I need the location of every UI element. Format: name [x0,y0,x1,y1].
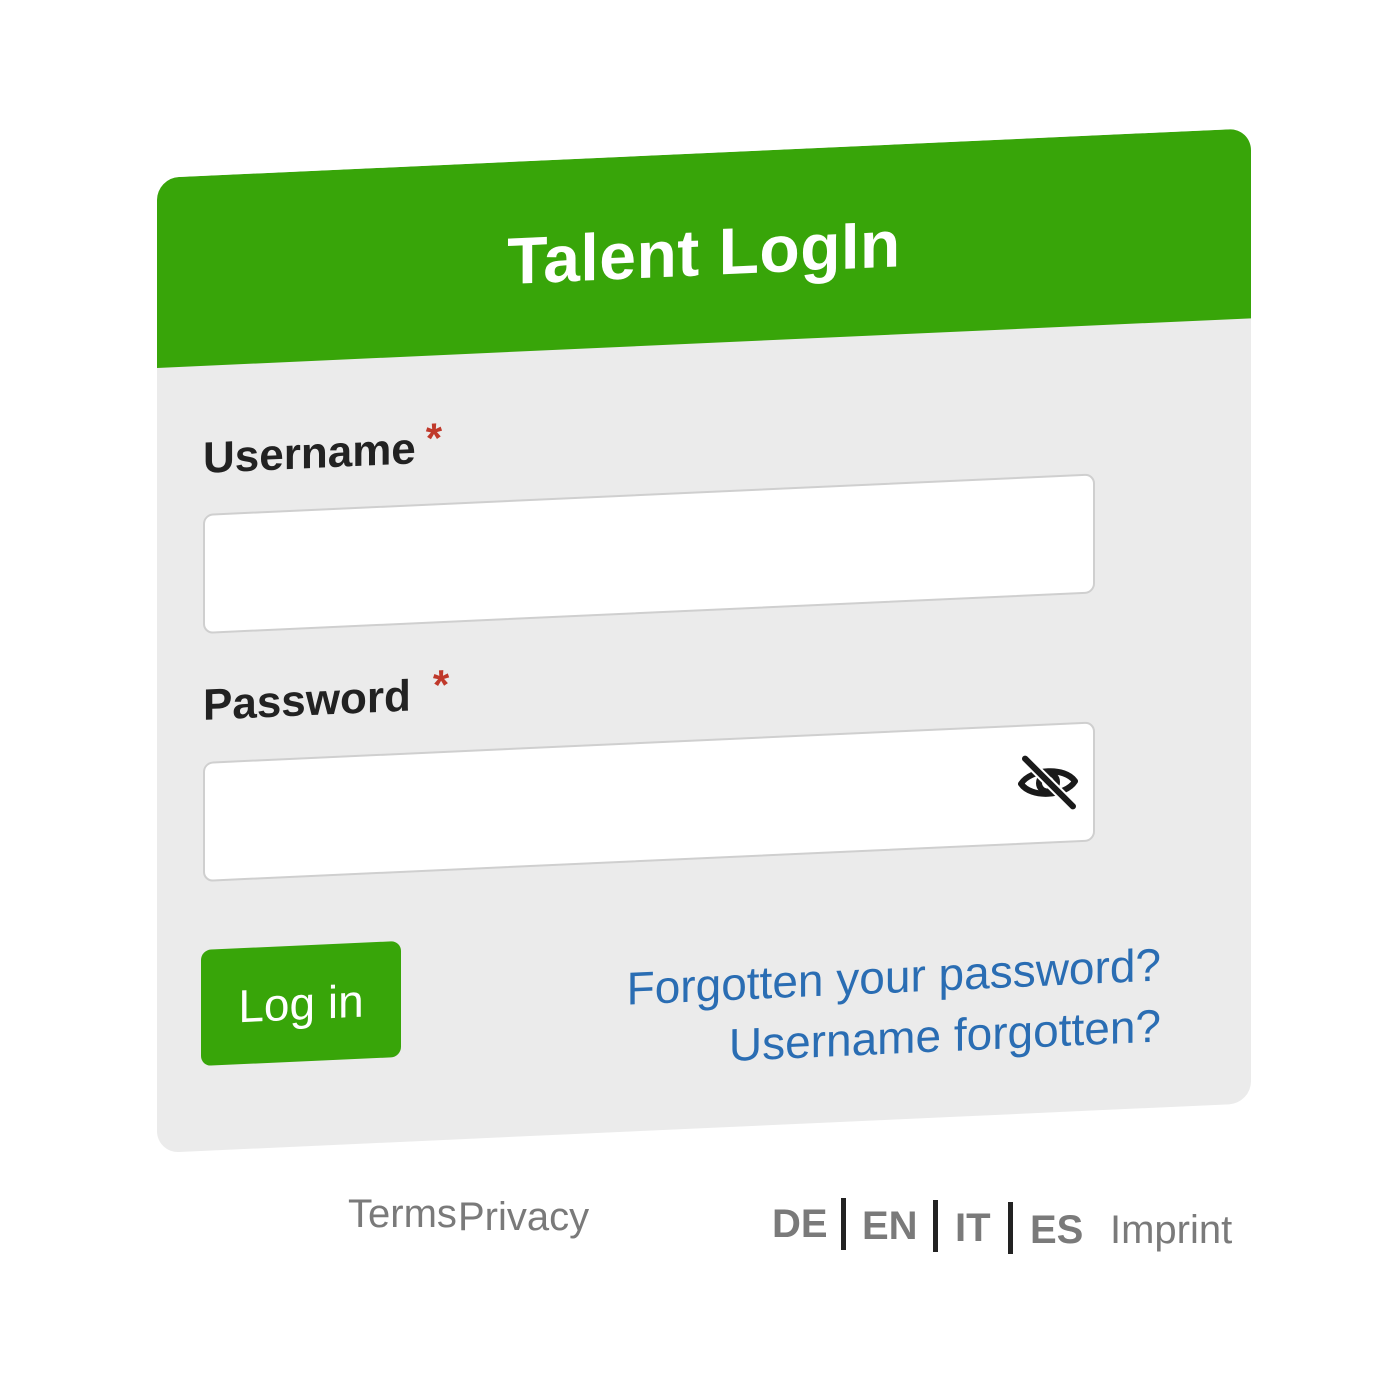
eye-slash-icon[interactable] [1015,748,1081,817]
username-label: Username * [203,414,442,484]
page-title: Talent LogIn [507,206,901,299]
imprint-link[interactable]: Imprint [1110,1208,1232,1253]
login-card: Talent LogIn Username * Password * Log in … [157,128,1251,1153]
login-page: Talent LogIn Username * Password * Log in … [0,0,1400,1400]
language-separator [1008,1202,1013,1254]
login-button[interactable]: Log in [201,940,401,1067]
username-input[interactable] [203,473,1095,634]
terms-link[interactable]: Terms [348,1192,457,1237]
language-es[interactable]: ES [1030,1208,1083,1253]
login-card-header: Talent LogIn [157,128,1251,368]
username-label-text: Username [203,424,416,483]
language-separator [841,1198,846,1250]
eye-slash-icon-svg [1018,753,1078,812]
required-marker: * [425,414,443,462]
language-en[interactable]: EN [862,1204,918,1249]
forgot-username-link[interactable]: Username forgotten? [729,998,1161,1072]
required-marker: * [432,660,450,709]
language-de[interactable]: DE [772,1202,828,1247]
privacy-link[interactable]: Privacy [458,1195,589,1240]
language-it[interactable]: IT [955,1206,991,1251]
language-separator [933,1200,938,1252]
password-label: Password * [203,661,449,731]
password-input[interactable] [203,721,1095,882]
password-label-text: Password [203,671,411,730]
